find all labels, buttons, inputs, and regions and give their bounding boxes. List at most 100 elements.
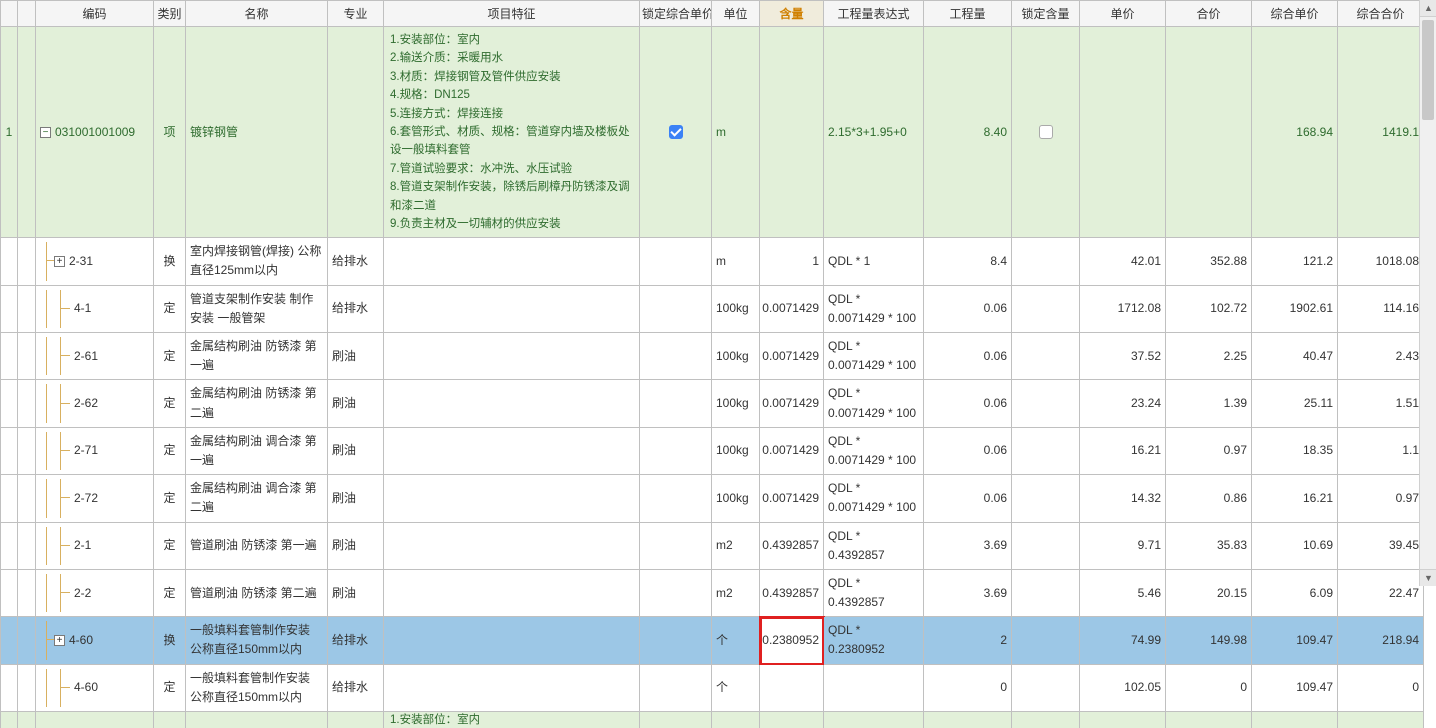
lock-unit-price-cell[interactable]	[640, 380, 712, 427]
column-header-c1[interactable]	[18, 0, 36, 27]
column-header-qty[interactable]: 工程量	[924, 0, 1012, 27]
qty-expr-cell[interactable]: QDL * 0.0071429 * 100	[824, 333, 924, 380]
qty-expr-cell[interactable]: QDL * 0.0071429 * 100	[824, 286, 924, 333]
name-cell: 室内焊接钢管(焊接) 公称直径125mm以内	[186, 238, 328, 285]
scroll-thumb[interactable]	[1422, 20, 1434, 120]
feature-cell	[384, 523, 640, 570]
column-header-comp_total_price[interactable]: 综合合价	[1338, 0, 1424, 27]
expand-icon[interactable]: +	[54, 256, 65, 267]
expand-icon[interactable]: +	[54, 635, 65, 646]
lock-unit-price-cell[interactable]	[640, 428, 712, 475]
unit-cell: 个	[712, 665, 760, 712]
lock-content-cell[interactable]	[1012, 238, 1080, 285]
content-cell[interactable]: 0.0071429	[760, 475, 824, 522]
qty-expr-cell[interactable]: QDL * 0.0071429 * 100	[824, 428, 924, 475]
unit-cell: 100kg	[712, 380, 760, 427]
content-cell[interactable]: 0.0071429	[760, 428, 824, 475]
name-cell: 一般填料套管制作安装 公称直径150mm以内	[186, 617, 328, 664]
lock-content-cell[interactable]	[1012, 286, 1080, 333]
content-cell[interactable]	[760, 665, 824, 712]
partial-cell: 1.安装部位：室内	[384, 712, 640, 728]
qty-expr-cell[interactable]: 2.15*3+1.95+0	[824, 27, 924, 238]
comp-total-price-cell: 1.51	[1338, 380, 1424, 427]
lock-unit-price-cell[interactable]	[640, 617, 712, 664]
column-header-content[interactable]: 含量	[760, 0, 824, 27]
lock-content-cell[interactable]	[1012, 665, 1080, 712]
column-header-category[interactable]: 类别	[154, 0, 186, 27]
lock-unit-price-cell[interactable]	[640, 570, 712, 617]
lock-content-cell[interactable]	[1012, 523, 1080, 570]
code-cell[interactable]: 2-71	[36, 428, 154, 475]
qty-expr-cell[interactable]: QDL * 0.4392857	[824, 523, 924, 570]
lock-unit-price-cell[interactable]	[640, 523, 712, 570]
lock-content-cell[interactable]	[1012, 380, 1080, 427]
lock-content-cell[interactable]	[1012, 27, 1080, 238]
row-gutter	[18, 238, 36, 285]
content-cell[interactable]: 0.0071429	[760, 333, 824, 380]
partial-cell	[760, 712, 824, 728]
qty-expr-cell[interactable]: QDL * 1	[824, 238, 924, 285]
content-cell[interactable]: 0.4392857	[760, 570, 824, 617]
content-cell[interactable]: 0.0071429	[760, 380, 824, 427]
column-header-unit[interactable]: 单位	[712, 0, 760, 27]
qty-expr-cell[interactable]: QDL * 0.0071429 * 100	[824, 475, 924, 522]
code-cell[interactable]: 4-60	[36, 665, 154, 712]
lock-content-cell[interactable]	[1012, 617, 1080, 664]
comp-total-price-cell: 1.1	[1338, 428, 1424, 475]
lock-unit-price-cell[interactable]	[640, 238, 712, 285]
lock-content-cell[interactable]	[1012, 570, 1080, 617]
feature-cell	[384, 475, 640, 522]
qty-expr-cell[interactable]	[824, 665, 924, 712]
code-cell[interactable]: 2-62	[36, 380, 154, 427]
code-cell[interactable]: −031001001009	[36, 27, 154, 238]
column-header-lock_unit_price[interactable]: 锁定综合单价	[640, 0, 712, 27]
content-cell[interactable]	[760, 27, 824, 238]
column-header-major[interactable]: 专业	[328, 0, 384, 27]
checkbox-checked-icon[interactable]	[669, 125, 683, 139]
scroll-down-button[interactable]: ▼	[1420, 569, 1436, 586]
code-text: 2-62	[74, 394, 98, 413]
code-cell[interactable]: +2-31	[36, 238, 154, 285]
major-cell	[328, 27, 384, 238]
lock-unit-price-cell[interactable]	[640, 27, 712, 238]
checkbox-empty-icon[interactable]	[1039, 125, 1053, 139]
category-cell: 定	[154, 286, 186, 333]
qty-expr-cell[interactable]: QDL * 0.2380952	[824, 617, 924, 664]
feature-cell	[384, 617, 640, 664]
lock-content-cell[interactable]	[1012, 333, 1080, 380]
code-cell[interactable]: 2-61	[36, 333, 154, 380]
lock-unit-price-cell[interactable]	[640, 333, 712, 380]
qty-expr-cell[interactable]: QDL * 0.4392857	[824, 570, 924, 617]
column-header-total_price[interactable]: 合价	[1166, 0, 1252, 27]
code-cell[interactable]: 2-2	[36, 570, 154, 617]
column-header-qty_expr[interactable]: 工程量表达式	[824, 0, 924, 27]
column-header-c0[interactable]	[0, 0, 18, 27]
vertical-scrollbar[interactable]: ▲ ▼	[1419, 0, 1436, 586]
qty-expr-cell[interactable]: QDL * 0.0071429 * 100	[824, 380, 924, 427]
lock-content-cell[interactable]	[1012, 428, 1080, 475]
content-cell[interactable]: 0.0071429	[760, 286, 824, 333]
column-header-unit_price[interactable]: 单价	[1080, 0, 1166, 27]
content-cell[interactable]: 1	[760, 238, 824, 285]
code-cell[interactable]: 2-72	[36, 475, 154, 522]
column-header-comp_unit_price[interactable]: 综合单价	[1252, 0, 1338, 27]
column-header-lock_content[interactable]: 锁定含量	[1012, 0, 1080, 27]
lock-unit-price-cell[interactable]	[640, 286, 712, 333]
code-text: 4-60	[69, 631, 93, 650]
code-cell[interactable]: +4-60	[36, 617, 154, 664]
column-header-name[interactable]: 名称	[186, 0, 328, 27]
code-cell[interactable]: 4-1	[36, 286, 154, 333]
content-cell[interactable]: 0.2380952	[760, 617, 824, 664]
lock-content-cell[interactable]	[1012, 475, 1080, 522]
tree-indent: 2-61	[40, 337, 149, 375]
lock-unit-price-cell[interactable]	[640, 475, 712, 522]
column-header-code[interactable]: 编码	[36, 0, 154, 27]
content-cell[interactable]: 0.4392857	[760, 523, 824, 570]
column-header-feature[interactable]: 项目特征	[384, 0, 640, 27]
scroll-up-button[interactable]: ▲	[1420, 0, 1436, 17]
code-cell[interactable]: 2-1	[36, 523, 154, 570]
tree-indent: 4-1	[40, 290, 149, 328]
partial-cell	[1338, 712, 1424, 728]
lock-unit-price-cell[interactable]	[640, 665, 712, 712]
collapse-icon[interactable]: −	[40, 127, 51, 138]
